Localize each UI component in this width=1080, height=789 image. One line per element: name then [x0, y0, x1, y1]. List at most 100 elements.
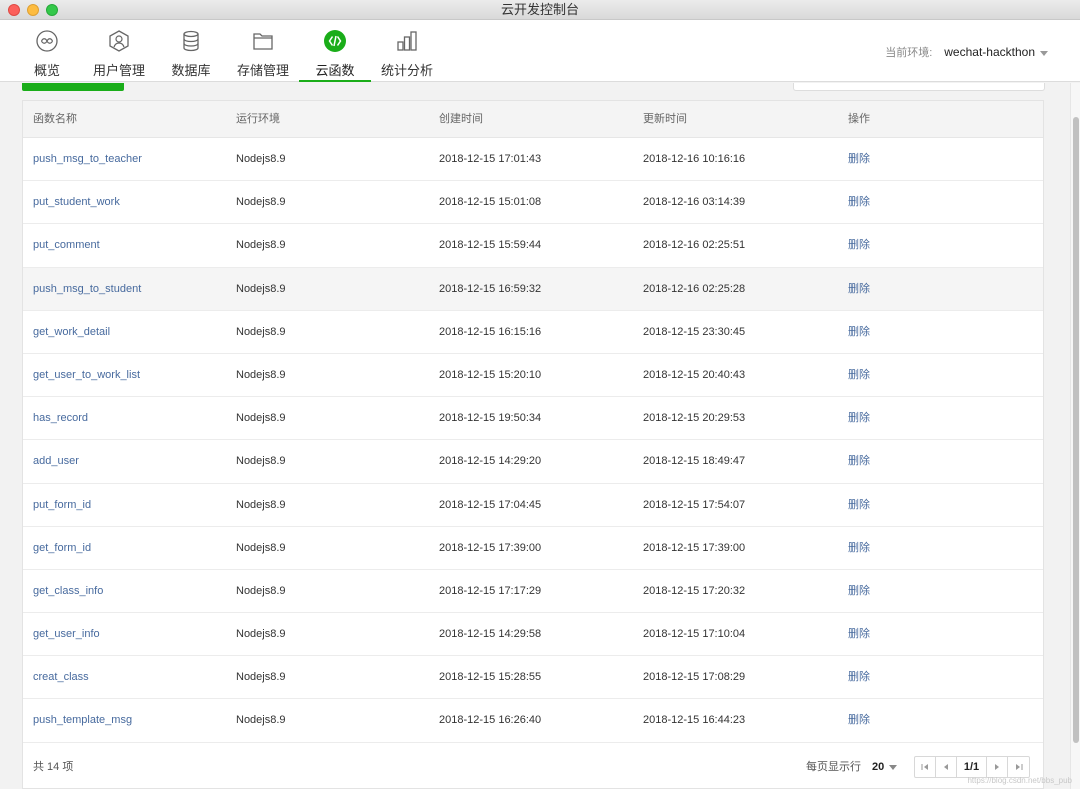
updated-time-cell: 2018-12-16 10:16:16: [643, 153, 746, 165]
table-row: push_template_msg Nodejs8.9 2018-12-15 16:…: [23, 699, 1043, 743]
tab-cloud-functions[interactable]: 云函数: [299, 20, 371, 82]
table-row: put_comment Nodejs8.9 2018-12-15 15:59:44 2…: [23, 224, 1043, 268]
runtime-cell: Nodejs8.9: [236, 714, 286, 727]
runtime-cell: Nodejs8.9: [236, 368, 286, 381]
function-name-link[interactable]: put_student_work: [33, 181, 120, 224]
runtime-cell: Nodejs8.9: [236, 412, 286, 425]
column-header-actions: 操作: [848, 113, 870, 125]
first-page-button[interactable]: [915, 757, 936, 777]
vertical-scrollbar[interactable]: [1070, 83, 1080, 789]
table-footer: 共 14 项 每页显示行 20 1/1: [23, 746, 1043, 788]
function-name-link[interactable]: push_template_msg: [33, 699, 132, 742]
delete-button[interactable]: 删除: [848, 397, 870, 440]
runtime-cell: Nodejs8.9: [236, 584, 286, 597]
function-name-link[interactable]: get_user_info: [33, 613, 100, 656]
updated-time-cell: 2018-12-15 17:08:29: [643, 671, 746, 684]
table-body: push_msg_to_teacher Nodejs8.9 2018-12-15 1…: [23, 138, 1043, 743]
window-titlebar: 云开发控制台: [0, 0, 1080, 20]
delete-button[interactable]: 删除: [848, 699, 870, 742]
updated-time-cell: 2018-12-15 17:54:07: [643, 498, 746, 511]
function-name-link[interactable]: add_user: [33, 440, 79, 483]
function-name-link[interactable]: has_record: [33, 397, 88, 440]
delete-button[interactable]: 删除: [848, 311, 870, 354]
table-row: get_work_detail Nodejs8.9 2018-12-15 16:15…: [23, 311, 1043, 354]
runtime-cell: Nodejs8.9: [236, 239, 286, 252]
function-name-link[interactable]: get_class_info: [33, 570, 103, 613]
function-name-link[interactable]: get_form_id: [33, 527, 91, 570]
user-icon: [109, 30, 129, 52]
created-time-cell: 2018-12-15 17:04:45: [439, 498, 542, 511]
tab-storage-management-label: 存储管理: [236, 63, 289, 78]
delete-button[interactable]: 删除: [848, 656, 870, 699]
column-header-name: 函数名称: [33, 113, 77, 125]
column-header-created: 创建时间: [439, 113, 483, 125]
updated-time-cell: 2018-12-15 20:40:43: [643, 368, 746, 381]
content-area: 函数名称 运行环境 创建时间 更新时间 操作 push_msg_to_teach…: [0, 83, 1070, 789]
delete-button[interactable]: 删除: [848, 268, 870, 311]
new-function-button[interactable]: [22, 83, 124, 91]
scrollbar-thumb[interactable]: [1073, 117, 1079, 743]
function-name-link[interactable]: push_msg_to_teacher: [33, 138, 142, 181]
updated-time-cell: 2018-12-15 16:44:23: [643, 714, 746, 727]
tab-database[interactable]: 数据库: [166, 20, 216, 82]
function-name-link[interactable]: push_msg_to_student: [33, 268, 141, 311]
function-name-link[interactable]: get_work_detail: [33, 311, 110, 354]
runtime-cell: Nodejs8.9: [236, 325, 286, 338]
tab-user-management[interactable]: 用户管理: [88, 20, 150, 82]
table-row: put_student_work Nodejs8.9 2018-12-15 15:0…: [23, 181, 1043, 225]
tab-statistics[interactable]: 统计分析: [376, 20, 438, 82]
last-page-button[interactable]: [1008, 757, 1029, 777]
chevron-down-icon: [1040, 50, 1048, 56]
delete-button[interactable]: 删除: [848, 613, 870, 656]
next-page-icon: [995, 764, 999, 770]
last-page-icon: [1015, 764, 1022, 770]
table-row: add_user Nodejs8.9 2018-12-15 14:29:20 2018…: [23, 440, 1043, 484]
close-window-button[interactable]: [8, 4, 20, 16]
function-name-link[interactable]: creat_class: [33, 656, 89, 699]
updated-time-cell: 2018-12-16 02:25:51: [643, 239, 746, 252]
table-header: 函数名称 运行环境 创建时间 更新时间 操作: [23, 101, 1043, 138]
runtime-cell: Nodejs8.9: [236, 541, 286, 554]
tab-overview-label: 概览: [33, 63, 60, 78]
tab-cloud-functions-label: 云函数: [315, 63, 355, 78]
tab-overview[interactable]: 概览: [22, 20, 72, 82]
minimize-window-button[interactable]: [27, 4, 39, 16]
database-icon: [183, 30, 199, 52]
delete-button[interactable]: 删除: [848, 440, 870, 483]
first-page-icon: [921, 764, 928, 770]
delete-button[interactable]: 删除: [848, 181, 870, 224]
environment-selector[interactable]: 当前环境: wechat-hackthon: [885, 44, 1048, 60]
table-row: push_msg_to_student Nodejs8.9 2018-12-15 1…: [23, 267, 1043, 311]
tab-storage-management[interactable]: 存储管理: [232, 20, 294, 82]
created-time-cell: 2018-12-15 15:20:10: [439, 368, 542, 381]
next-page-button[interactable]: [987, 757, 1008, 777]
updated-time-cell: 2018-12-16 02:25:28: [643, 282, 746, 295]
prev-page-button[interactable]: [936, 757, 957, 777]
functions-table: 函数名称 运行环境 创建时间 更新时间 操作 push_msg_to_teach…: [22, 100, 1044, 789]
total-count: 共 14 项: [33, 761, 74, 773]
function-name-link[interactable]: put_comment: [33, 224, 100, 267]
folder-icon: [253, 33, 273, 50]
runtime-cell: Nodejs8.9: [236, 455, 286, 468]
delete-button[interactable]: 删除: [848, 224, 870, 267]
overview-icon: [36, 30, 58, 52]
delete-button[interactable]: 删除: [848, 570, 870, 613]
created-time-cell: 2018-12-15 17:01:43: [439, 153, 542, 165]
per-page-select[interactable]: 20: [872, 746, 898, 788]
prev-page-icon: [944, 764, 948, 770]
delete-button[interactable]: 删除: [848, 138, 870, 181]
pagination: 1/1: [914, 756, 1030, 778]
window-title: 云开发控制台: [500, 2, 579, 17]
updated-time-cell: 2018-12-16 03:14:39: [643, 196, 746, 209]
function-name-link[interactable]: put_form_id: [33, 484, 91, 527]
created-time-cell: 2018-12-15 16:15:16: [439, 325, 542, 338]
delete-button[interactable]: 删除: [848, 527, 870, 570]
function-name-link[interactable]: get_user_to_work_list: [33, 354, 140, 397]
delete-button[interactable]: 删除: [848, 354, 870, 397]
maximize-window-button[interactable]: [46, 4, 58, 16]
table-row: get_class_info Nodejs8.9 2018-12-15 17:17:…: [23, 570, 1043, 614]
search-input[interactable]: [793, 83, 1045, 91]
runtime-cell: Nodejs8.9: [236, 628, 286, 641]
delete-button[interactable]: 删除: [848, 484, 870, 527]
main-toolbar: 概览 用户管理 数据库 存储管理 云函数 统计分析 当前环境: wechat-h…: [0, 20, 1080, 82]
